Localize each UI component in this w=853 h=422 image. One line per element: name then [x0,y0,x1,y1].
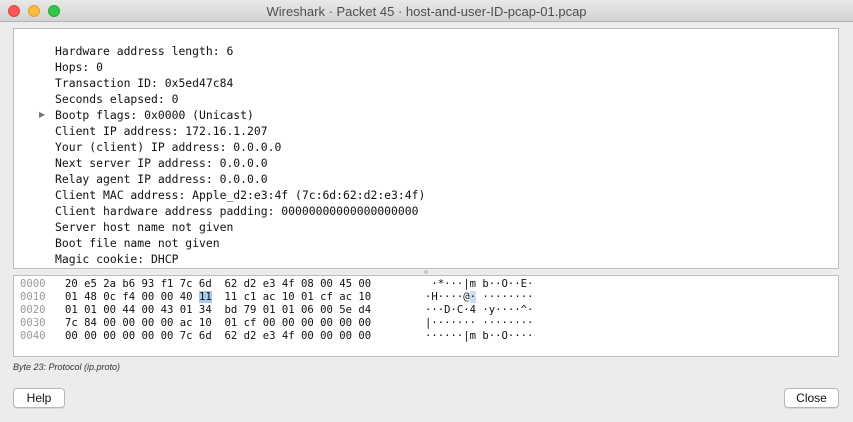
ascii-bytes[interactable]: ·H····@· ········ [425,291,533,304]
detail-row-text: Client hardware address padding: 0000000… [55,204,419,218]
title-bar[interactable]: Wireshark · Packet 45 · host-and-user-ID… [0,0,853,22]
detail-row[interactable]: Hops: 0 [14,59,425,75]
detail-row[interactable]: Magic cookie: DHCP [14,251,425,267]
detail-row-text: Boot file name not given [55,236,220,250]
detail-row-text: Seconds elapsed: 0 [55,92,179,106]
close-button[interactable]: Close [784,388,839,408]
selected-hex-byte: 11 [198,291,212,303]
ascii-bytes-text: ·H····@ [425,291,470,303]
window-title: Wireshark · Packet 45 · host-and-user-ID… [266,4,587,19]
packet-bytes-pane[interactable]: 0000 20 e5 2a b6 93 f1 7c 6d 62 d2 e3 4f … [13,275,839,357]
detail-row-text: Transaction ID: 0x5ed47c84 [55,76,234,90]
hex-bytes-text: 00 00 00 00 00 00 7c 6d 62 d2 e3 4f 00 0… [65,330,372,342]
detail-row[interactable]: ▶ Bootp flags: 0x0000 (Unicast) [14,107,425,123]
hex-bytes-text: 01 01 00 44 00 43 01 34 bd 79 01 01 06 0… [65,304,372,316]
hex-bytes[interactable]: 00 00 00 00 00 00 7c 6d 62 d2 e3 4f 00 0… [65,330,371,343]
ascii-bytes-text: ········ [476,291,534,303]
hex-offset: 0040 [20,330,46,342]
ascii-bytes[interactable]: ···D·C·4 ·y····^· [425,304,533,317]
disclosure-triangle-icon[interactable]: ▶ [39,107,45,123]
detail-row-text: Relay agent IP address: 0.0.0.0 [55,172,268,186]
hex-offset: 0010 [20,291,46,303]
detail-row[interactable]: Your (client) IP address: 0.0.0.0 [14,139,425,155]
detail-row[interactable]: Hardware address length: 6 [14,43,425,59]
hex-bytes[interactable]: 01 48 0c f4 00 00 40 11 11 c1 ac 10 01 c… [65,291,371,304]
ascii-bytes-text: ······|m b··O···· [425,330,534,342]
detail-row-text: Hardware address length: 6 [55,44,234,58]
ascii-bytes-text: |······· ········ [425,317,534,329]
hex-offset: 0020 [20,304,46,316]
hex-offset: 0030 [20,317,46,329]
detail-row[interactable]: Boot file name not given [14,235,425,251]
status-text: Byte 23: Protocol (ip.proto) [13,362,121,372]
detail-row-text: Hops: 0 [55,60,104,74]
hex-bytes[interactable]: 7c 84 00 00 00 00 ac 10 01 cf 00 00 00 0… [65,317,371,330]
detail-row[interactable]: Server host name not given [14,219,425,235]
detail-row-text: Server host name not given [55,220,234,234]
detail-row-text: Bootp flags: 0x0000 (Unicast) [55,108,254,122]
packet-details-tree: Hardware address length: 6 Hops: 0 Transac… [14,43,425,268]
hex-bytes-text: 11 c1 ac 10 01 cf ac 10 [211,291,372,303]
ascii-bytes[interactable]: |······· ········ [425,317,533,330]
splitter-handle-icon [424,270,428,274]
detail-row[interactable]: Next server IP address: 0.0.0.0 [14,155,425,171]
hex-bytes-text: 01 48 0c f4 00 00 40 [65,291,199,303]
hex-bytes[interactable]: 20 e5 2a b6 93 f1 7c 6d 62 d2 e3 4f 08 0… [65,278,371,291]
detail-row-text: Next server IP address: 0.0.0.0 [55,156,268,170]
hex-bytes-text: 20 e5 2a b6 93 f1 7c 6d 62 d2 e3 4f 08 0… [65,278,372,290]
ascii-bytes[interactable]: ·*···|m b··O··E· [425,278,533,291]
detail-row[interactable]: Seconds elapsed: 0 [14,91,425,107]
detail-row[interactable]: Transaction ID: 0x5ed47c84 [14,75,425,91]
detail-row-text: Client IP address: 172.16.1.207 [55,124,268,138]
packet-details-pane[interactable]: Hardware address length: 6 Hops: 0 Transac… [13,28,839,269]
detail-row[interactable]: Client MAC address: Apple_d2:e3:4f (7c:6… [14,187,425,203]
hex-bytes-text: 7c 84 00 00 00 00 ac 10 01 cf 00 00 00 0… [65,317,372,329]
detail-row[interactable]: Relay agent IP address: 0.0.0.0 [14,171,425,187]
detail-row[interactable]: Client IP address: 172.16.1.207 [14,123,425,139]
ascii-bytes-text: ···D·C·4 ·y····^· [425,304,534,316]
ascii-bytes[interactable]: ······|m b··O···· [425,330,533,343]
help-button[interactable]: Help [13,388,65,408]
detail-row[interactable]: Client hardware address padding: 0000000… [14,203,425,219]
detail-row-text: Client MAC address: Apple_d2:e3:4f (7c:6… [55,188,426,202]
hex-bytes[interactable]: 01 01 00 44 00 43 01 34 bd 79 01 01 06 0… [65,304,371,317]
detail-row-text: Your (client) IP address: 0.0.0.0 [55,140,282,154]
ascii-bytes-text: ·*···|m b··O··E· [425,278,534,290]
hex-offset: 0000 [20,278,46,290]
detail-row-text: Magic cookie: DHCP [55,252,179,266]
